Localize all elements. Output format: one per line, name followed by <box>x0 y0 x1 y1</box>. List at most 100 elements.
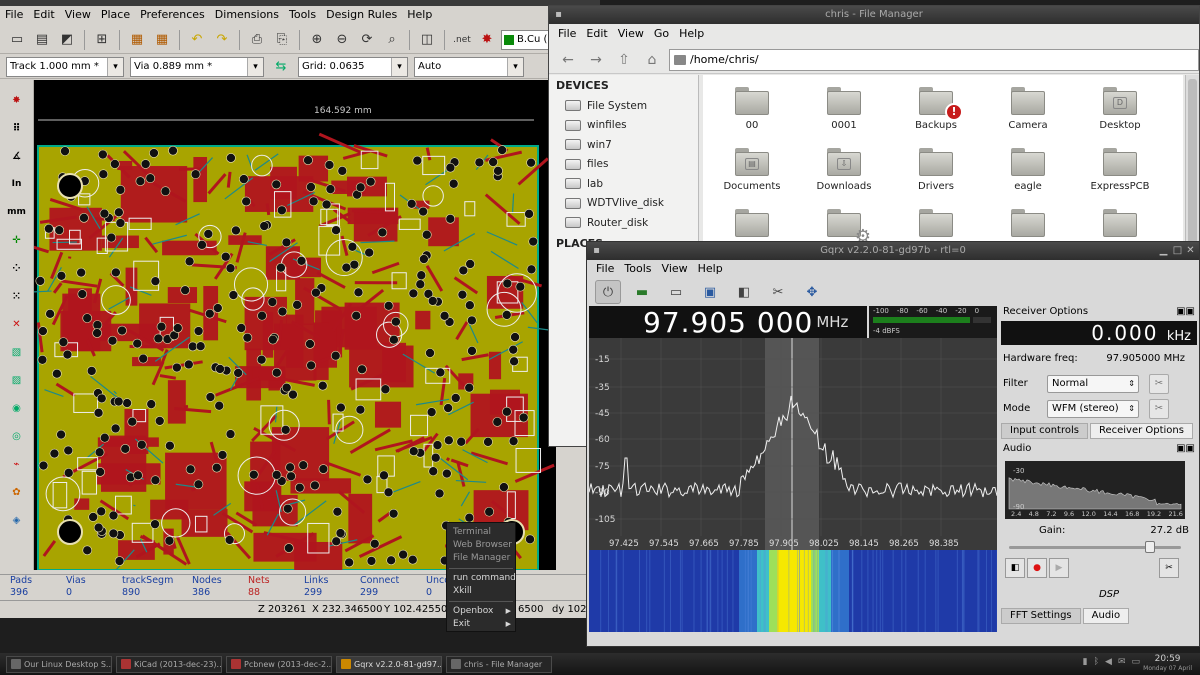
maximize-icon[interactable]: □ <box>1172 245 1183 256</box>
menu-dimensions[interactable]: Dimensions <box>210 6 284 24</box>
module-ratsnest-icon[interactable]: ⁙ <box>5 284 29 308</box>
folder-item[interactable]: ExpressPCB <box>1075 148 1165 192</box>
menu-item-xkill[interactable]: Xkill <box>447 585 515 598</box>
fm-menu-view[interactable]: View <box>613 25 649 45</box>
tab-receiver-options[interactable]: Receiver Options <box>1089 423 1193 439</box>
gqrx-menu-view[interactable]: View <box>657 260 693 278</box>
device-lab[interactable]: lab <box>549 174 698 194</box>
layer-selector[interactable]: B.Cu (F <box>501 29 549 50</box>
menu-design-rules[interactable]: Design Rules <box>321 6 402 24</box>
layers-manager-icon[interactable]: ◈ <box>5 508 29 532</box>
task-file-manager[interactable]: chris - File Manager <box>446 655 552 673</box>
ratsnest-icon[interactable]: ⁘ <box>5 256 29 280</box>
play-icon[interactable]: ▶ <box>1049 558 1069 578</box>
polar-coords-icon[interactable]: ∡ <box>5 144 29 168</box>
file-manager-titlebar[interactable]: ▪ chris - File Manager <box>549 6 1199 24</box>
task-browser[interactable]: Our Linux Desktop S... <box>6 655 112 673</box>
spectrum-plot[interactable]: -15 -35 -45 -60 -75 -90 -105 97.425 97.545 97.665… <box>589 338 997 550</box>
tab-fft-settings[interactable]: FFT Settings <box>1001 608 1081 624</box>
module-editor-icon[interactable]: ⊞ <box>91 29 113 51</box>
cursor-shape-icon[interactable]: ✛ <box>5 228 29 252</box>
folder-item[interactable]: 00 <box>707 87 797 131</box>
high-contrast-icon[interactable]: ✿ <box>5 480 29 504</box>
dock-buttons-icon[interactable]: ▣▣ <box>1176 306 1195 320</box>
track-sketch-icon[interactable]: ⌁ <box>5 452 29 476</box>
offset-display[interactable]: 0.000 kHz <box>1001 321 1197 345</box>
device-file-system[interactable]: File System <box>549 96 698 116</box>
new-board-icon[interactable]: ▭ <box>6 29 28 51</box>
task-gqrx[interactable]: Gqrx v2.2.0-81-gd97... <box>336 655 442 673</box>
device-router-disk[interactable]: Router_disk <box>549 213 698 233</box>
menu-edit[interactable]: Edit <box>28 6 59 24</box>
pad-sketch-icon[interactable]: ◉ <box>5 396 29 420</box>
menu-preferences[interactable]: Preferences <box>135 6 210 24</box>
auto-track-width-icon[interactable]: ⇆ <box>270 56 292 78</box>
menu-item-run-command[interactable]: run command <box>447 572 516 585</box>
back-arrow-icon[interactable]: ← <box>557 49 579 71</box>
window-menu-icon[interactable]: ▪ <box>553 9 564 20</box>
save-board-icon[interactable]: ▤ <box>31 29 53 51</box>
up-arrow-icon[interactable]: ⇧ <box>613 49 635 71</box>
module-browser-icon[interactable]: ▦ <box>151 29 173 51</box>
menu-item-web-browser[interactable]: Web Browser <box>447 539 515 552</box>
menu-item-exit[interactable]: Exit ▶ <box>447 618 515 631</box>
mode-options-button[interactable]: ✂ <box>1149 398 1169 419</box>
waterfall-display[interactable] <box>589 550 997 632</box>
power-icon[interactable]: ⏻ <box>595 280 621 304</box>
filter-select[interactable]: Normal ⇕ <box>1047 374 1139 393</box>
folder-item[interactable]: ⚙ <box>799 209 889 247</box>
zoom-out-icon[interactable]: ⊖ <box>331 29 353 51</box>
device-files[interactable]: files <box>549 155 698 175</box>
device-winfiles[interactable]: winfiles <box>549 116 698 136</box>
via-sketch-icon[interactable]: ◎ <box>5 424 29 448</box>
fullscreen-icon[interactable]: ✥ <box>799 280 825 304</box>
fm-menu-help[interactable]: Help <box>674 25 709 45</box>
menu-item-file-manager[interactable]: File Manager <box>447 552 515 565</box>
folder-item[interactable] <box>891 209 981 242</box>
redo-icon[interactable]: ↷ <box>211 29 233 51</box>
device-win7[interactable]: win7 <box>549 135 698 155</box>
minimize-icon[interactable]: ▁ <box>1158 245 1169 256</box>
grid-select[interactable]: Grid: 0.0635 ▾ <box>298 56 408 77</box>
network-icon[interactable]: ▮ <box>1083 657 1088 667</box>
path-bar[interactable]: /home/chris/ <box>669 48 1199 71</box>
track-width-select[interactable]: Track 1.000 mm * ▾ <box>6 56 124 77</box>
menu-place[interactable]: Place <box>96 6 135 24</box>
folder-item[interactable]: ⇩ Downloads <box>799 148 889 192</box>
via-size-select[interactable]: Via 0.889 mm * ▾ <box>130 56 264 77</box>
gqrx-menu-tools[interactable]: Tools <box>619 260 656 278</box>
close-icon[interactable]: ✕ <box>1185 245 1196 256</box>
menu-item-openbox[interactable]: Openbox ▶ <box>447 605 515 618</box>
clock[interactable]: 20:59 Monday 07 April <box>1143 654 1192 674</box>
folder-item[interactable]: 0001 <box>799 87 889 131</box>
folder-item[interactable]: Drivers <box>891 148 981 192</box>
fm-menu-edit[interactable]: Edit <box>581 25 612 45</box>
filter-options-button[interactable]: ✂ <box>1149 373 1169 394</box>
undo-icon[interactable]: ↶ <box>186 29 208 51</box>
units-mm-icon[interactable]: mm <box>5 200 29 224</box>
drc-off-icon[interactable]: ✸ <box>5 88 29 112</box>
zone-outline-icon[interactable]: ▨ <box>5 368 29 392</box>
task-kicad[interactable]: KiCad (2013-dec-23)... <box>116 655 222 673</box>
window-menu-icon[interactable]: ▪ <box>591 245 602 256</box>
zone-fill-icon[interactable]: ▧ <box>5 340 29 364</box>
fm-menu-file[interactable]: File <box>553 25 581 45</box>
folder-item[interactable] <box>1075 209 1165 242</box>
plot-icon[interactable]: ⎘ <box>271 29 293 51</box>
gqrx-menu-file[interactable]: File <box>591 260 619 278</box>
folder-item[interactable]: D Desktop <box>1075 87 1165 131</box>
tab-audio[interactable]: Audio <box>1082 608 1130 624</box>
folder-item[interactable] <box>707 209 797 242</box>
units-inch-icon[interactable]: In <box>5 172 29 196</box>
menu-view[interactable]: View <box>60 6 96 24</box>
home-icon[interactable]: ⌂ <box>641 49 663 71</box>
print-icon[interactable]: ⎙ <box>246 29 268 51</box>
bluetooth-icon[interactable]: ᛒ <box>1094 657 1099 667</box>
tools-icon[interactable]: ✂ <box>765 280 791 304</box>
io-devices-icon[interactable]: ▬ <box>629 280 655 304</box>
gain-slider-handle[interactable] <box>1145 541 1155 553</box>
menu-file[interactable]: File <box>0 6 28 24</box>
zoom-redraw-icon[interactable]: ⟳ <box>356 29 378 51</box>
folder-item[interactable] <box>983 209 1073 242</box>
open-folder-icon[interactable]: ▭ <box>663 280 689 304</box>
